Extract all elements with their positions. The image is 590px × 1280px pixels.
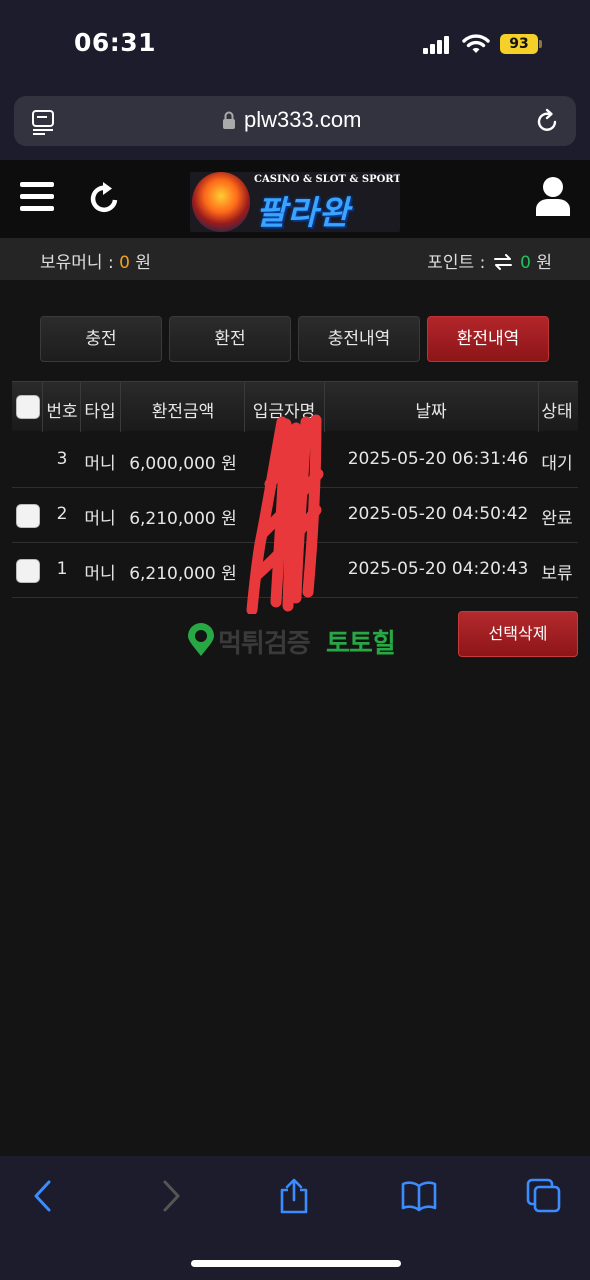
refresh-icon[interactable] [90,182,120,214]
site-header: CASINO & SLOT & SPORTS 팔라완 [0,160,590,238]
wifi-icon [462,34,490,53]
swap-arrows-icon[interactable] [493,254,513,270]
row-date: 2025-05-20 04:50:42 [347,504,529,524]
tab-withdraw[interactable]: 환전 [169,316,291,362]
row-checkbox[interactable] [16,559,40,583]
back-icon[interactable] [26,1178,62,1214]
points-value: 0 [520,253,531,273]
header-status: 상태 [541,402,573,422]
money-balance: 보유머니 : 0 원 [40,248,151,273]
row-amount: 6,210,000 원 [129,509,237,529]
watermark-gray-text: 먹튀검증 [218,629,311,659]
tab-deposit-history[interactable]: 충전내역 [298,316,420,362]
forward-icon[interactable] [152,1178,188,1214]
header-number: 번호 [46,402,78,422]
header-date: 날짜 [415,402,447,422]
location-pin-icon [188,623,214,656]
row-amount: 6,210,000 원 [129,564,237,584]
row-status: 대기 [541,454,573,474]
reload-icon[interactable] [534,108,560,134]
address-bar[interactable]: plw333.com [14,96,576,146]
row-type: 머니 [84,454,116,474]
url-text: plw333.com [244,107,362,132]
row-date: 2025-05-20 06:31:46 [347,449,529,469]
money-value: 0 [119,253,130,273]
logo-sunset-emblem [192,172,250,232]
tab-deposit[interactable]: 충전 [40,316,162,362]
logo-tagline: CASINO & SLOT & SPORTS [254,174,400,185]
share-icon[interactable] [276,1178,312,1214]
row-status: 보류 [541,564,573,584]
delete-selected-button[interactable]: 선택삭제 [458,611,578,657]
watermark-green-text: 토토힐 [326,629,396,659]
tabs-icon[interactable] [526,1178,562,1214]
tab-withdraw-history[interactable]: 환전내역 [427,316,549,362]
user-account-icon[interactable] [535,176,571,216]
money-unit: 원 [135,253,151,273]
row-status: 완료 [541,509,573,529]
site-logo[interactable]: CASINO & SLOT & SPORTS 팔라완 [190,172,400,232]
cellular-signal-icon [423,36,451,54]
status-time: 06:31 [74,28,157,57]
points-label: 포인트 : [427,253,486,273]
row-type: 머니 [84,564,116,584]
select-all-checkbox[interactable] [16,395,40,419]
status-bar: 06:31 93 [0,0,590,88]
browser-address-area: plw333.com [0,88,590,160]
balance-bar: 보유머니 : 0 원 포인트 : 0 원 [0,238,590,280]
money-label: 보유머니 : [40,253,114,273]
logo-name: 팔라완 [256,193,351,232]
row-number: 3 [56,449,68,469]
lock-icon [223,111,235,129]
row-number: 2 [56,504,68,524]
page-menu-icon[interactable] [31,109,55,135]
row-amount: 6,000,000 원 [129,454,237,474]
header-amount: 환전금액 [151,402,215,422]
home-indicator [191,1260,401,1267]
battery-icon: 93 [500,34,542,54]
row-type: 머니 [84,509,116,529]
row-number: 1 [56,559,68,579]
row-checkbox[interactable] [16,504,40,528]
bookmarks-icon[interactable] [401,1178,437,1214]
row-date: 2025-05-20 04:20:43 [347,559,529,579]
points-unit: 원 [536,253,552,273]
header-type: 타입 [84,402,116,422]
redaction-scribble [246,414,324,614]
points-balance: 포인트 : 0 원 [427,248,552,273]
hamburger-menu-icon[interactable] [20,182,54,212]
